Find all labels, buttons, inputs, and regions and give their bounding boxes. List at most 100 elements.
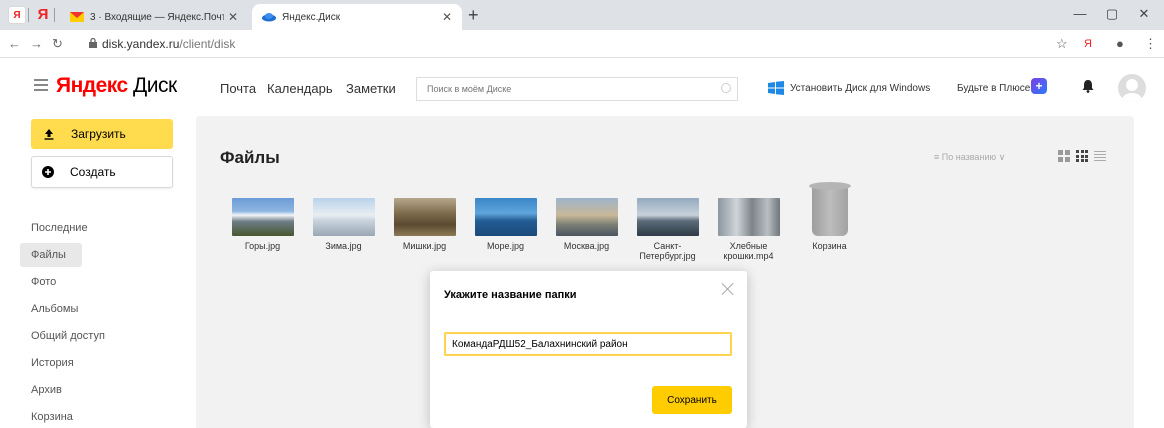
minimize-window-icon[interactable]: — [1068, 6, 1092, 21]
windows-logo-icon [768, 81, 784, 95]
disk-flying-saucer-icon [262, 13, 276, 22]
image-thumbnail [555, 198, 618, 236]
browser-menu-icon[interactable]: ⋮ [1144, 36, 1157, 52]
trash-item[interactable]: Корзина [789, 182, 870, 261]
sort-dropdown[interactable]: ≡ По названию ∨ [934, 152, 1005, 163]
hamburger-menu-icon[interactable] [34, 79, 48, 91]
nav-link-mail[interactable]: Почта [220, 81, 256, 96]
new-tab-button[interactable]: + [468, 5, 479, 26]
file-name: Горы.jpg [244, 241, 281, 251]
folder-name-input[interactable] [444, 332, 732, 356]
yandex-disk-logo[interactable]: Яндекс Диск [56, 74, 177, 98]
new-folder-dialog: Укажите название папки Сохранить [430, 271, 747, 428]
url-host: disk.yandex.ru [102, 37, 180, 51]
close-icon[interactable] [720, 281, 736, 297]
lock-icon [89, 38, 97, 48]
sidebar-item-archive[interactable]: Архив [0, 378, 196, 405]
yandex-extension-icon[interactable]: Я [1084, 38, 1092, 50]
file-item[interactable]: Москва.jpg [546, 182, 627, 261]
dialog-title: Укажите название папки [444, 289, 577, 301]
nav-link-calendar[interactable]: Календарь [267, 81, 333, 96]
profile-icon[interactable]: ● [1116, 36, 1124, 51]
url-field[interactable]: disk.yandex.ru/client/disk [102, 37, 235, 51]
mail-envelope-icon [70, 12, 84, 22]
image-thumbnail [636, 198, 699, 236]
large-tiles-view-icon[interactable] [1058, 150, 1070, 162]
plus-circle-icon [42, 166, 54, 178]
logo-product: Диск [133, 74, 177, 97]
search-input[interactable] [417, 78, 707, 100]
bell-icon[interactable] [1082, 79, 1094, 93]
reload-icon[interactable]: ↻ [52, 36, 63, 52]
search-box[interactable] [416, 77, 738, 101]
pinned-tab-yandex-2[interactable]: Я [34, 6, 52, 24]
logo-brand: Яндекс [56, 74, 128, 97]
image-thumbnail [474, 198, 537, 236]
tiles-view-icon[interactable] [1076, 150, 1088, 162]
create-label: Создать [70, 165, 116, 179]
file-name: Мишки.jpg [402, 241, 447, 251]
plus-badge-icon[interactable]: + [1031, 78, 1047, 94]
upload-arrow-icon [44, 129, 54, 140]
image-thumbnail [393, 198, 456, 236]
sidebar-item-trash[interactable]: Корзина [0, 405, 196, 428]
file-name: Море.jpg [486, 241, 525, 251]
close-window-icon[interactable]: ✕ [1132, 6, 1156, 22]
upload-label: Загрузить [71, 127, 126, 141]
sidebar-item-files[interactable]: Файлы [0, 243, 196, 270]
file-name: Хлебные крошки.mp4 [723, 241, 774, 261]
install-disk-link[interactable]: Установить Диск для Windows [790, 83, 930, 94]
tab-separator [28, 8, 29, 22]
bookmark-star-icon[interactable]: ☆ [1056, 36, 1068, 52]
video-thumbnail [717, 198, 780, 236]
file-grid: Горы.jpg Зима.jpg Мишки.jpg Море.jpg Мос… [222, 182, 870, 261]
file-name: Москва.jpg [563, 241, 610, 251]
file-name: Корзина [812, 241, 847, 251]
sidebar-item-albums[interactable]: Альбомы [0, 297, 196, 324]
file-item[interactable]: Санкт-Петербург.jpg [627, 182, 708, 261]
upload-button[interactable]: Загрузить [31, 119, 173, 149]
view-switcher [1058, 150, 1106, 162]
tab-close-icon[interactable]: ✕ [224, 10, 242, 24]
tab-title: Яндекс.Диск [282, 11, 341, 23]
tab-mail[interactable]: 3 · Входящие — Яндекс.Почта ✕ [60, 4, 248, 30]
plus-link[interactable]: Будьте в Плюсе [957, 83, 1030, 94]
sort-label: По названию [941, 152, 997, 162]
sidebar-item-recent[interactable]: Последние [0, 216, 196, 243]
sort-icon: ≡ [934, 152, 942, 162]
maximize-window-icon[interactable]: ▢ [1100, 6, 1124, 22]
user-avatar[interactable] [1118, 74, 1146, 102]
pinned-tab-yandex-1[interactable]: Я [8, 6, 26, 24]
list-view-icon[interactable] [1094, 150, 1106, 162]
nav-link-notes[interactable]: Заметки [346, 81, 396, 96]
sidebar-item-history[interactable]: История [0, 351, 196, 378]
file-item[interactable]: Мишки.jpg [384, 182, 465, 261]
left-sidebar: Загрузить Создать Последние Файлы Фото А… [0, 116, 196, 428]
search-icon[interactable] [721, 83, 731, 93]
trash-bin-icon [808, 182, 851, 236]
image-thumbnail [312, 198, 375, 236]
image-thumbnail [231, 198, 294, 236]
tab-disk[interactable]: Яндекс.Диск ✕ [252, 4, 462, 30]
sidebar-item-photo[interactable]: Фото [0, 270, 196, 297]
chevron-down-icon: ∨ [996, 152, 1006, 162]
forward-arrow-icon[interactable]: → [30, 36, 43, 51]
file-item[interactable]: Зима.jpg [303, 182, 384, 261]
sidebar-nav: Последние Файлы Фото Альбомы Общий досту… [0, 216, 196, 428]
file-item[interactable]: Хлебные крошки.mp4 [708, 182, 789, 261]
browser-tab-bar: Я Я 3 · Входящие — Яндекс.Почта ✕ Яндекс… [0, 0, 1164, 30]
save-button[interactable]: Сохранить [652, 386, 732, 414]
tab-title: 3 · Входящие — Яндекс.Почта [90, 11, 224, 23]
disk-header: Яндекс Диск Почта Календарь Заметки Уста… [0, 58, 1164, 116]
tab-close-icon[interactable]: ✕ [438, 10, 456, 24]
file-name: Санкт-Петербург.jpg [639, 241, 696, 261]
url-path: /client/disk [179, 37, 236, 51]
sidebar-item-shared[interactable]: Общий доступ [0, 324, 196, 351]
address-bar: ← → ↻ disk.yandex.ru/client/disk ☆ Я ● ⋮ [0, 30, 1164, 58]
back-arrow-icon[interactable]: ← [8, 36, 21, 51]
tab-separator [54, 8, 55, 22]
create-button[interactable]: Создать [31, 156, 173, 188]
file-item[interactable]: Горы.jpg [222, 182, 303, 261]
page-title: Файлы [220, 148, 280, 167]
file-item[interactable]: Море.jpg [465, 182, 546, 261]
